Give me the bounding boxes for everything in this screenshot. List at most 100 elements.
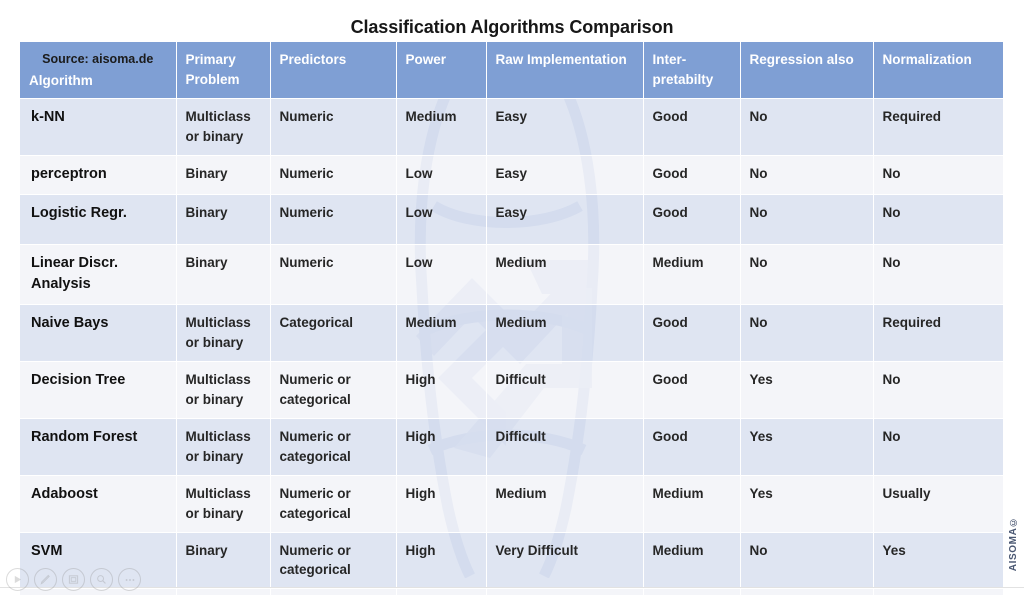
- column-header-regression-also[interactable]: Regression also: [740, 42, 874, 100]
- source-note: Source: aisoma.de: [42, 52, 154, 66]
- cell-primary-problem: Multiclass or binary: [176, 98, 271, 157]
- cell-predictors: Numeric or categorical: [270, 475, 397, 533]
- bottom-divider: [0, 587, 1024, 588]
- column-header-raw-implementation[interactable]: Raw Implementation: [486, 42, 644, 100]
- cell-interpretability: Medium: [643, 244, 741, 305]
- cell-power: Medium: [396, 304, 487, 362]
- cell-primary-problem: Binary: [176, 244, 271, 305]
- cell-raw-implementation: Easy: [486, 155, 644, 195]
- cell-power: High: [396, 361, 487, 419]
- cell-raw-implementation: Medium: [486, 304, 644, 362]
- cell-regression-also: No: [740, 244, 874, 305]
- cell-normalization: Usually: [873, 475, 1003, 533]
- table-row[interactable]: Linear Discr. Analysis Binary Numeric Low Me…: [20, 244, 1003, 305]
- pen-icon[interactable]: [34, 568, 57, 591]
- cell-predictors: Numeric or categorical: [270, 532, 397, 590]
- column-header-power[interactable]: Power: [396, 42, 487, 100]
- table-row[interactable]: Decision Tree Multiclass or binary Numeric…: [20, 361, 1003, 419]
- table-row[interactable]: SVM Binary Numeric or categorical High Very …: [20, 532, 1003, 590]
- table-row[interactable]: Adaboost Multiclass or binary Numeric or c…: [20, 475, 1003, 533]
- column-header-interpretability[interactable]: Inter-pretabilty: [643, 42, 741, 100]
- slides-icon[interactable]: [62, 568, 85, 591]
- cell-raw-implementation: Very Difficult: [486, 588, 644, 595]
- table-row[interactable]: Logistic Regr. Binary Numeric Low Easy Good No…: [20, 194, 1003, 245]
- column-header-normalization[interactable]: Normalization: [873, 42, 1003, 100]
- cell-primary-problem: Multiclass or binary: [176, 418, 271, 476]
- column-header-primary-problem[interactable]: Primary Problem: [176, 42, 271, 100]
- cell-algorithm: Logistic Regr.: [20, 194, 177, 245]
- table-row[interactable]: Random Forest Multiclass or binary Numeric…: [20, 418, 1003, 476]
- cell-power: Medium: [396, 98, 487, 157]
- cell-predictors: Numeric: [270, 155, 397, 195]
- presentation-toolbar: [6, 568, 141, 591]
- cell-primary-problem: Multiclass or binary: [176, 475, 271, 533]
- cell-predictors: Numeric or categorical: [270, 361, 397, 419]
- cell-interpretability: Weak: [643, 588, 741, 595]
- cell-primary-problem: Multiclass or binary: [176, 361, 271, 419]
- cell-predictors: Numeric: [270, 98, 397, 157]
- cell-raw-implementation: Very Difficult: [486, 532, 644, 590]
- cell-regression-also: No: [740, 304, 874, 362]
- cell-algorithm: k-NN: [20, 98, 177, 157]
- column-header-algorithm[interactable]: Source: aisoma.de Algorithm: [20, 42, 177, 100]
- cell-normalization: No: [873, 244, 1003, 305]
- cell-raw-implementation: Easy: [486, 194, 644, 245]
- cell-interpretability: Good: [643, 361, 741, 419]
- cell-primary-problem: Multiclass or binary: [176, 588, 271, 595]
- cell-regression-also: No: [740, 194, 874, 245]
- cell-algorithm: Naive Bays: [20, 304, 177, 362]
- cell-power: High: [396, 418, 487, 476]
- cell-normalization: Required: [873, 98, 1003, 157]
- cell-primary-problem: Binary: [176, 155, 271, 195]
- cell-algorithm: perceptron: [20, 155, 177, 195]
- cell-regression-also: No: [740, 532, 874, 590]
- cell-algorithm: Random Forest: [20, 418, 177, 476]
- cell-primary-problem: Binary: [176, 194, 271, 245]
- cell-interpretability: Good: [643, 194, 741, 245]
- cell-interpretability: Medium: [643, 475, 741, 533]
- cell-predictors: Numeric or categorical: [270, 418, 397, 476]
- play-icon[interactable]: [6, 568, 29, 591]
- cell-interpretability: Good: [643, 155, 741, 195]
- cell-regression-also: No: [740, 98, 874, 157]
- cell-primary-problem: Binary: [176, 532, 271, 590]
- cell-interpretability: Good: [643, 304, 741, 362]
- cell-primary-problem: Multiclass or binary: [176, 304, 271, 362]
- cell-raw-implementation: Difficult: [486, 418, 644, 476]
- table-row[interactable]: Naive Bays Multiclass or binary Categorica…: [20, 304, 1003, 362]
- cell-interpretability: Good: [643, 98, 741, 157]
- cell-normalization: No: [873, 361, 1003, 419]
- page-title: Classification Algorithms Comparison: [350, 17, 674, 37]
- cell-normalization: No: [873, 418, 1003, 476]
- cell-predictors: Categorical: [270, 304, 397, 362]
- cell-algorithm: Decision Tree: [20, 361, 177, 419]
- table-row[interactable]: perceptron Binary Numeric Low Easy Good No No: [20, 155, 1003, 195]
- table-header-row: Source: aisoma.de Algorithm Primary Prob…: [20, 42, 1003, 100]
- cell-raw-implementation: Medium: [486, 244, 644, 305]
- cell-interpretability: Medium: [643, 532, 741, 590]
- cell-regression-also: Yes: [740, 418, 874, 476]
- classification-algorithms-table: Source: aisoma.de Algorithm Primary Prob…: [20, 42, 1003, 595]
- cell-normalization: Required: [873, 304, 1003, 362]
- cell-predictors: Numeric: [270, 244, 397, 305]
- cell-predictors: Numeric: [270, 194, 397, 245]
- cell-normalization: Yes: [873, 588, 1003, 595]
- cell-normalization: Yes: [873, 532, 1003, 590]
- column-header-algorithm-label: Algorithm: [29, 72, 93, 88]
- column-header-predictors[interactable]: Predictors: [270, 42, 397, 100]
- cell-power: High: [396, 475, 487, 533]
- cell-regression-also: Yes: [740, 588, 874, 595]
- cell-power: Low: [396, 155, 487, 195]
- slide-canvas: Classification Algorithms Comparison Sou…: [0, 0, 1024, 595]
- cell-raw-implementation: Difficult: [486, 361, 644, 419]
- cell-algorithm: Linear Discr. Analysis: [20, 244, 177, 305]
- table-row[interactable]: k-NN Multiclass or binary Numeric Medium Eas…: [20, 98, 1003, 157]
- zoom-icon[interactable]: [90, 568, 113, 591]
- more-icon[interactable]: [118, 568, 141, 591]
- cell-power: High: [396, 532, 487, 590]
- table-row[interactable]: Neural NetworksMulticlass or binaryNumer…: [20, 588, 1003, 595]
- cell-predictors: Numeric or categorical: [270, 588, 397, 595]
- aisoma-copyright-mark: AISOMA©: [1008, 515, 1019, 571]
- cell-power: Very High: [396, 588, 487, 595]
- cell-regression-also: Yes: [740, 475, 874, 533]
